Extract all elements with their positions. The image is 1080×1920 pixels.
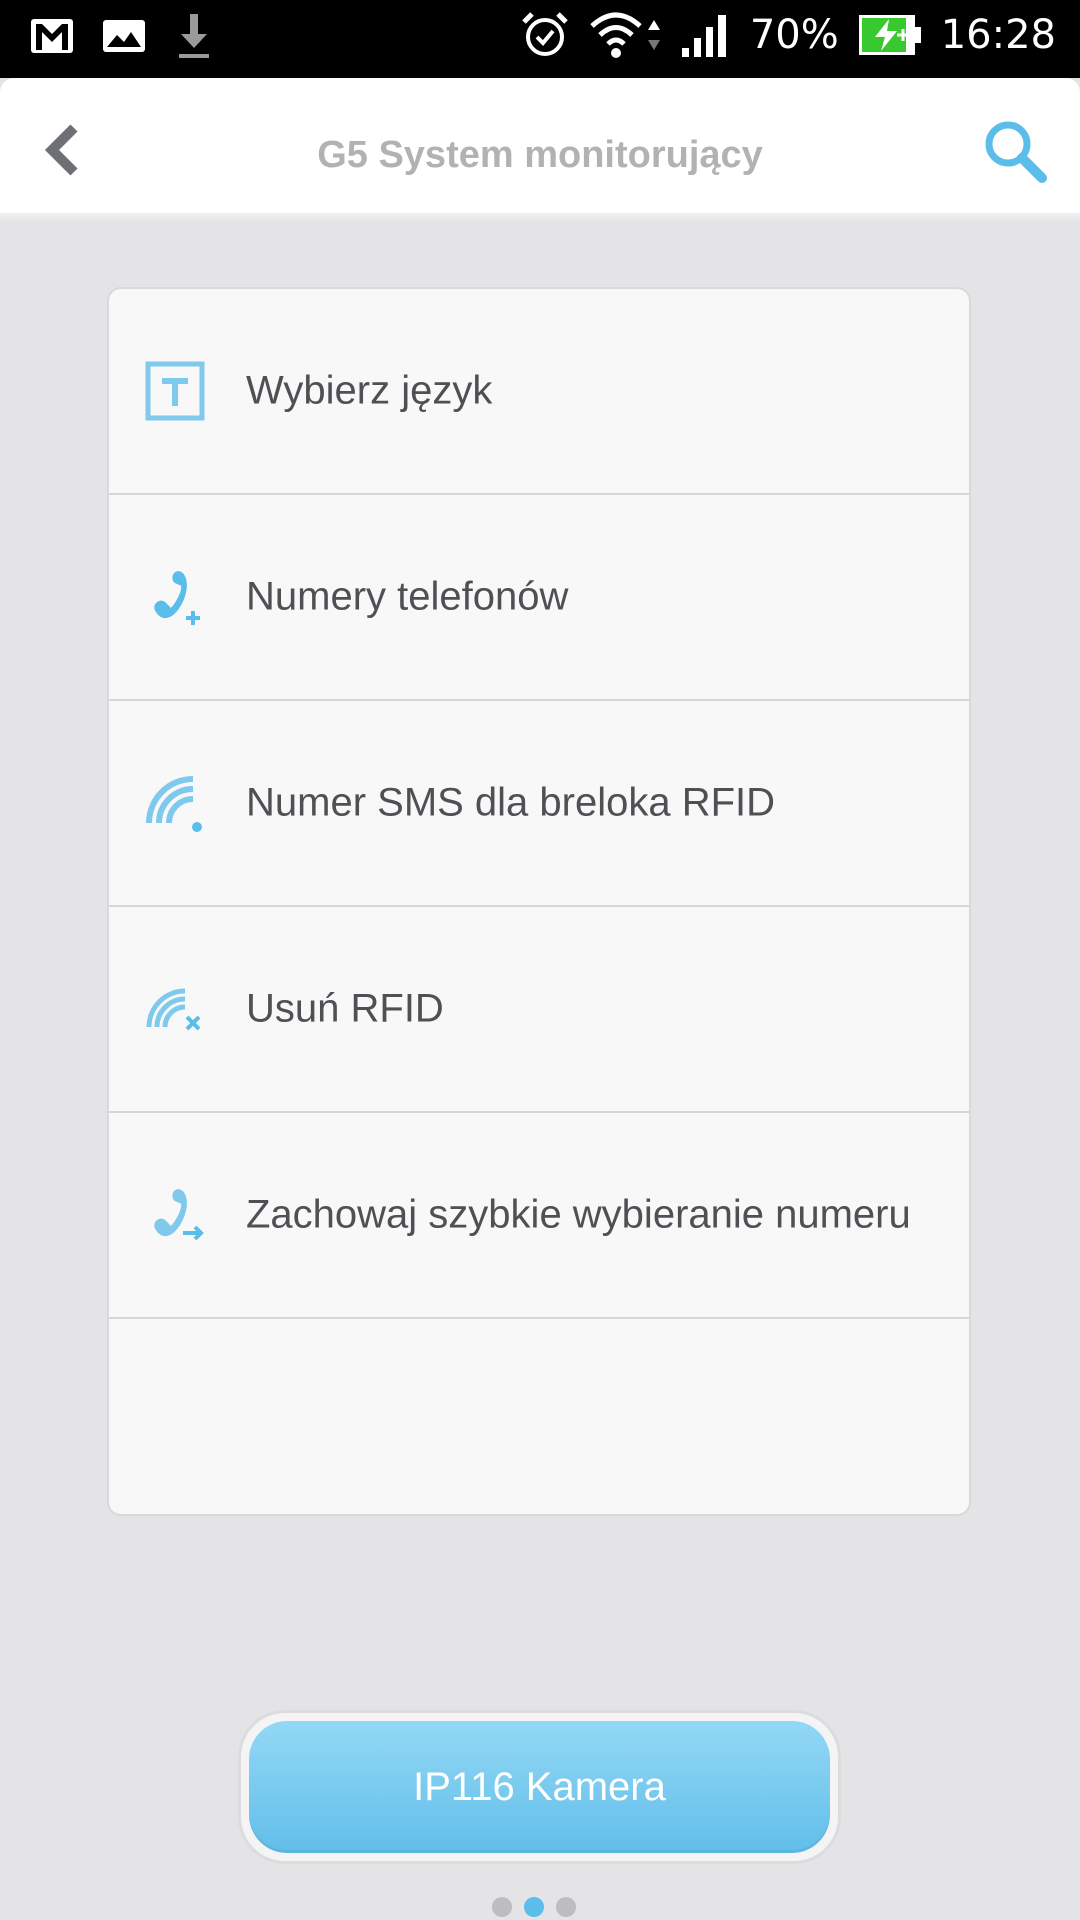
camera-button-frame: IP116 Kamera <box>241 1713 838 1861</box>
page-title: G5 System monitorujący <box>317 134 763 176</box>
status-bar: 70% 16:28 <box>0 0 1080 78</box>
download-icon <box>174 12 214 60</box>
rfid-delete-icon <box>146 988 201 1031</box>
menu-item-delete-rfid[interactable]: Usuń RFID <box>109 907 969 1113</box>
menu-item-phone-numbers[interactable]: Numery telefonów <box>109 495 969 701</box>
menu-item-label: Zachowaj szybkie wybieranie numeru <box>246 1192 911 1237</box>
rfid-icon <box>146 776 202 832</box>
gallery-icon <box>102 19 146 53</box>
alarm-icon <box>520 10 570 60</box>
settings-menu: Wybierz język Numery telefonów Numer SMS… <box>107 287 971 1516</box>
battery-charging-icon <box>857 13 923 57</box>
phone-forward-icon <box>154 1189 204 1241</box>
page-dot-active[interactable] <box>524 1897 544 1917</box>
header-divider <box>0 213 1080 223</box>
battery-percent: 70% <box>749 12 839 58</box>
app-header: G5 System monitorujący <box>0 78 1080 213</box>
menu-empty-row <box>109 1319 969 1514</box>
search-icon <box>985 121 1047 183</box>
clock: 16:28 <box>940 12 1056 58</box>
page-dot[interactable] <box>556 1897 576 1917</box>
wifi-icon <box>588 10 662 60</box>
menu-item-speed-dial[interactable]: Zachowaj szybkie wybieranie numeru <box>109 1113 969 1319</box>
menu-item-label: Numery telefonów <box>246 574 569 619</box>
menu-item-label: Numer SMS dla breloka RFID <box>246 780 776 825</box>
menu-item-label: Usuń RFID <box>246 986 444 1031</box>
page-indicator <box>492 1897 576 1917</box>
phone-add-icon <box>154 571 200 625</box>
menu-item-rfid-sms[interactable]: Numer SMS dla breloka RFID <box>109 701 969 907</box>
language-icon <box>145 361 205 421</box>
gmail-icon <box>30 18 74 54</box>
menu-item-language[interactable]: Wybierz język <box>109 289 969 495</box>
menu-item-label: Wybierz język <box>246 368 493 413</box>
page-dot[interactable] <box>492 1897 512 1917</box>
camera-button[interactable]: IP116 Kamera <box>249 1721 830 1853</box>
signal-icon <box>680 12 732 58</box>
search-button[interactable] <box>980 116 1050 186</box>
